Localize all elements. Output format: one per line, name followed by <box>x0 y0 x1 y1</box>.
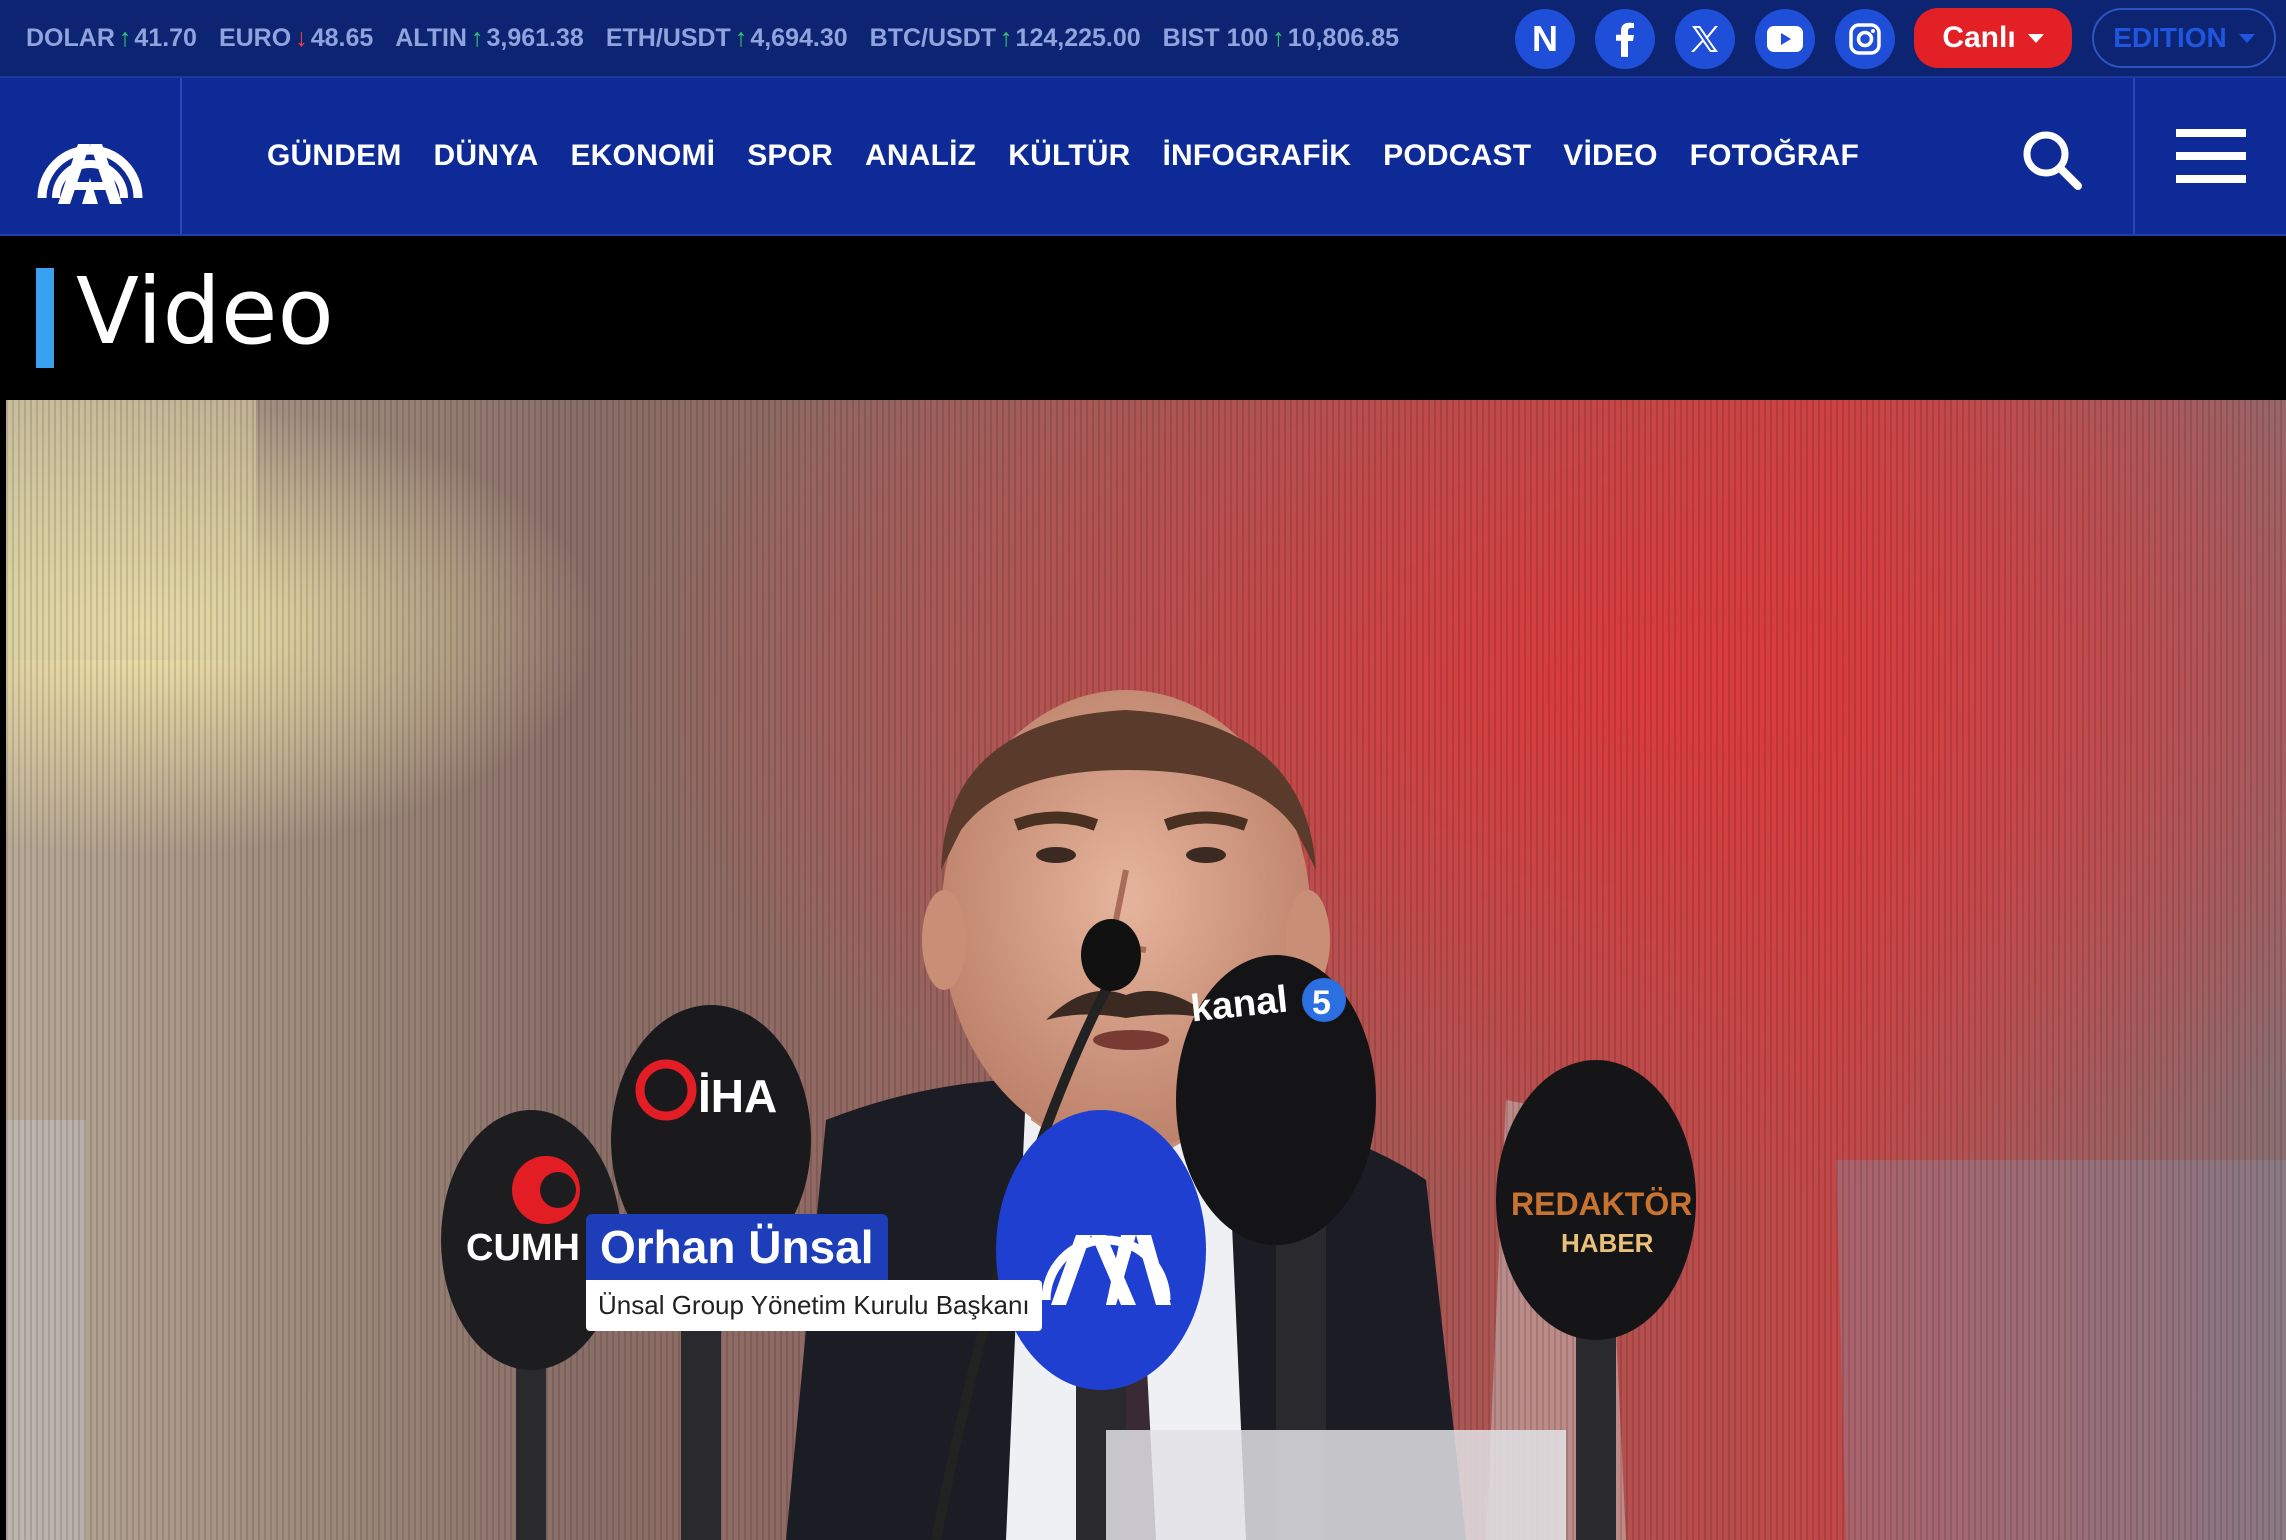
ticker-item[interactable]: BTC/USDT ↑ 124,225.00 <box>870 24 1141 53</box>
arrow-up-icon: ↑ <box>1000 23 1013 52</box>
search-icon[interactable] <box>2020 128 2084 192</box>
nav-item-kultur[interactable]: KÜLTÜR <box>1008 139 1130 173</box>
cumhuriyet-mic-label: CUMH <box>466 1227 580 1269</box>
arrow-up-icon: ↑ <box>734 23 748 52</box>
redaktor-mic-sublabel: HABER <box>1561 1228 1654 1258</box>
ticker-value: 124,225.00 <box>1015 23 1141 52</box>
redaktor-mic-label: REDAKTÖR <box>1511 1186 1692 1222</box>
ticker-name: BTC/USDT <box>869 23 997 52</box>
nav-item-gundem[interactable]: GÜNDEM <box>267 139 402 173</box>
ticker-name: ALTIN <box>395 23 467 52</box>
n-icon[interactable]: N <box>1515 9 1575 69</box>
ticker-list: DOLAR ↑ 41.70 EURO ↓ 48.65 ALTIN ↑ 3,961… <box>0 0 1421 76</box>
nav-item-fotograf[interactable]: FOTOĞRAF <box>1690 139 1859 173</box>
ticker-value: 41.70 <box>134 23 197 52</box>
video-frame: CUMH İHA kanal 5 REDAKTÖR HABER <box>6 400 2286 1540</box>
ticker-item[interactable]: BIST 100 ↑ 10,806.85 <box>1163 24 1399 53</box>
main-navigation: GÜNDEM DÜNYA EKONOMİ SPOR ANALİZ KÜLTÜR … <box>0 78 2286 236</box>
hamburger-menu-icon[interactable] <box>2133 78 2286 234</box>
ticker-value: 3,961.38 <box>486 23 584 52</box>
nav-item-dunya[interactable]: DÜNYA <box>434 139 539 173</box>
iha-mic-label: İHA <box>698 1070 777 1122</box>
social-links: N <box>1515 9 1915 69</box>
nav-item-ekonomi[interactable]: EKONOMİ <box>570 139 715 173</box>
speaker-lower-third: Orhan Ünsal Ünsal Group Yönetim Kurulu B… <box>586 1214 1042 1331</box>
video-player[interactable]: CUMH İHA kanal 5 REDAKTÖR HABER Orhan Ün… <box>6 400 2286 1540</box>
arrow-up-icon: ↑ <box>118 23 132 52</box>
ticker-item[interactable]: ALTIN ↑ 3,961.38 <box>395 24 584 53</box>
section-header: Video <box>0 236 2286 398</box>
ticker-name: BIST 100 <box>1162 23 1269 52</box>
instagram-icon[interactable] <box>1835 9 1895 69</box>
nav-item-spor[interactable]: SPOR <box>747 139 833 173</box>
chevron-down-icon <box>2238 33 2255 43</box>
arrow-down-icon: ↓ <box>295 23 308 52</box>
arrow-up-icon: ↑ <box>1272 23 1285 52</box>
arrow-up-icon: ↑ <box>471 23 484 52</box>
edition-select[interactable]: EDITION <box>2092 8 2276 68</box>
edition-label: EDITION <box>2113 22 2227 53</box>
youtube-icon[interactable] <box>1755 9 1815 69</box>
nav-item-analiz[interactable]: ANALİZ <box>865 139 976 173</box>
section-accent-bar <box>36 268 54 368</box>
facebook-icon[interactable] <box>1595 9 1655 69</box>
kanal5-mic-number: 5 <box>1312 984 1331 1022</box>
live-button[interactable]: Canlı <box>1914 8 2072 68</box>
ticker-item[interactable]: ETH/USDT ↑ 4,694.30 <box>606 24 848 53</box>
live-label: Canlı <box>1942 21 2016 54</box>
ticker-item[interactable]: DOLAR ↑ 41.70 <box>26 24 197 53</box>
page-title: Video <box>76 258 334 365</box>
aa-logo[interactable] <box>0 78 182 234</box>
nav-menu: GÜNDEM DÜNYA EKONOMİ SPOR ANALİZ KÜLTÜR … <box>267 78 1891 234</box>
nav-item-infografik[interactable]: İNFOGRAFİK <box>1163 139 1352 173</box>
aa-logo-icon <box>37 144 143 204</box>
ticker-name: DOLAR <box>26 23 115 52</box>
chevron-down-icon <box>2027 33 2044 43</box>
x-icon[interactable] <box>1675 9 1735 69</box>
ticker-value: 48.65 <box>310 23 374 52</box>
market-ticker-bar: DOLAR ↑ 41.70 EURO ↓ 48.65 ALTIN ↑ 3,961… <box>0 0 2286 78</box>
n-icon-label: N <box>1532 18 1558 59</box>
ticker-name: EURO <box>218 23 292 52</box>
ticker-item[interactable]: EURO ↓ 48.65 <box>219 24 373 53</box>
nav-item-podcast[interactable]: PODCAST <box>1383 139 1531 173</box>
nav-item-video[interactable]: VİDEO <box>1563 139 1657 173</box>
speaker-name: Orhan Ünsal <box>586 1214 888 1280</box>
ticker-value: 10,806.85 <box>1287 23 1399 52</box>
ticker-value: 4,694.30 <box>750 23 848 52</box>
speaker-title: Ünsal Group Yönetim Kurulu Başkanı <box>586 1280 1042 1331</box>
ticker-name: ETH/USDT <box>605 23 731 52</box>
